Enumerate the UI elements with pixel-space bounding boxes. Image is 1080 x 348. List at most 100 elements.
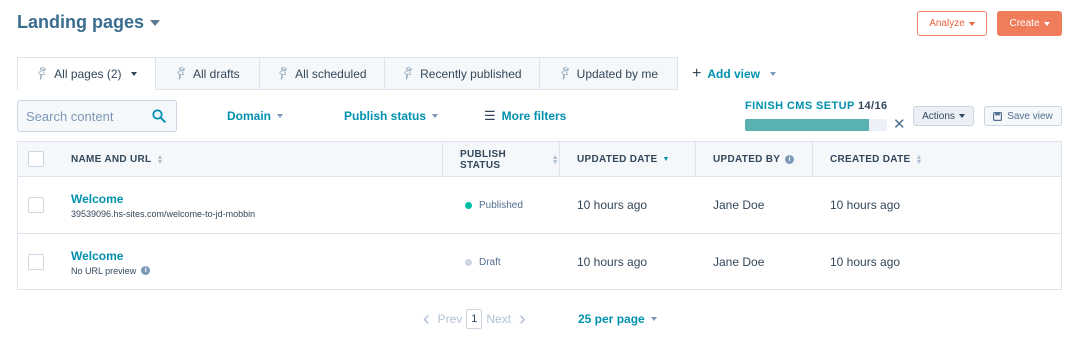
status-cell: Draft: [465, 234, 501, 290]
table-row[interactable]: Welcome 39539096.hs-sites.com/welcome-to…: [18, 177, 1061, 233]
status-dot-icon: [465, 258, 472, 266]
analyze-button-label: Analyze: [929, 18, 965, 29]
column-header-updated-by[interactable]: UPDATED BY i: [695, 142, 812, 177]
pin-icon: 📌︎: [34, 65, 52, 82]
search-box: [17, 100, 177, 132]
updated-date-cell: 10 hours ago: [577, 255, 648, 269]
per-page-label: 25 per page: [578, 312, 645, 326]
column-header-label: PUBLISH STATUS: [460, 148, 506, 171]
actions-button[interactable]: Actions: [913, 106, 974, 126]
cms-setup-progress[interactable]: FINISH CMS SETUP 14/16 ✕: [745, 100, 906, 133]
close-icon[interactable]: ✕: [893, 115, 906, 133]
pin-icon: 📌︎: [275, 65, 293, 82]
info-icon[interactable]: i: [785, 155, 795, 164]
name-cell: Welcome 39539096.hs-sites.com/welcome-to…: [71, 177, 255, 233]
select-all-checkbox[interactable]: [28, 151, 44, 167]
page-title-text: Landing pages: [17, 12, 145, 32]
name-cell: Welcome No URL preview i: [71, 234, 151, 290]
row-checkbox[interactable]: [28, 197, 44, 213]
progress-bar: [745, 119, 887, 131]
progress-bar-fill: [745, 119, 870, 131]
page-url-text: No URL preview: [71, 265, 137, 276]
more-filters-label: More filters: [501, 109, 567, 123]
per-page-select[interactable]: 25 per page: [578, 307, 657, 331]
status-text: Draft: [479, 256, 501, 268]
column-header-label: NAME AND URL: [71, 154, 152, 165]
chevron-down-icon: [277, 114, 284, 118]
cms-setup-count: 14/16: [857, 100, 888, 112]
domain-filter-label: Domain: [227, 109, 272, 123]
page-title[interactable]: Landing pages: [17, 12, 161, 33]
tab-label: All pages (2): [54, 66, 122, 81]
chevron-down-icon: [650, 317, 657, 321]
column-header-created-date[interactable]: CREATED DATE ▲ ▼: [812, 142, 1061, 177]
publish-status-filter-label: Publish status: [344, 109, 427, 123]
add-view-label: Add view: [707, 66, 761, 81]
plus-icon: +: [692, 64, 702, 82]
prev-button[interactable]: Prev: [438, 312, 463, 326]
save-view-button[interactable]: Save view: [984, 106, 1062, 126]
landing-pages-table: NAME AND URL ▲ ▼ PUBLISH STATUS ▲ ▼ UPDATE…: [17, 141, 1062, 290]
actions-button-label: Actions: [922, 110, 955, 122]
page-url: 39539096.hs-sites.com/welcome-to-jd-mobb…: [71, 209, 255, 219]
chevron-left-icon[interactable]: ‹: [423, 308, 430, 331]
column-header-name[interactable]: NAME AND URL ▲ ▼: [54, 142, 442, 177]
chevron-down-icon: [432, 114, 439, 118]
publish-status-filter[interactable]: Publish status: [344, 100, 439, 132]
search-icon[interactable]: [152, 109, 166, 123]
info-icon[interactable]: i: [141, 266, 151, 275]
tab-updated-by-me[interactable]: 📌︎ Updated by me: [540, 57, 678, 90]
chevron-down-icon: [770, 71, 777, 76]
tab-label: All scheduled: [295, 66, 367, 81]
status-text: Published: [479, 199, 523, 211]
pin-icon: 📌︎: [400, 65, 418, 82]
sort-descending-icon: ▼: [662, 156, 670, 163]
updated-by-cell: Jane Doe: [713, 198, 765, 212]
chevron-down-icon: [150, 19, 161, 26]
filter-lines-icon: ☰: [484, 108, 496, 123]
tab-label: All drafts: [193, 66, 240, 81]
tab-label: Recently published: [420, 66, 522, 81]
add-view-button[interactable]: + Add view: [692, 57, 777, 90]
created-date-cell: 10 hours ago: [830, 255, 901, 269]
column-header-label: UPDATED BY: [713, 154, 781, 165]
page-name-link[interactable]: Welcome: [71, 249, 123, 263]
created-date-cell: 10 hours ago: [830, 198, 901, 212]
table-header: NAME AND URL ▲ ▼ PUBLISH STATUS ▲ ▼ UPDATE…: [18, 142, 1061, 177]
column-header-label: UPDATED DATE: [577, 154, 658, 165]
create-button[interactable]: Create: [997, 11, 1062, 36]
chevron-down-icon: [1043, 21, 1050, 26]
search-input[interactable]: [26, 108, 144, 124]
table-row[interactable]: Welcome No URL preview i Draft 10 hours …: [18, 233, 1061, 289]
chevron-down-icon: [968, 21, 975, 26]
column-header-updated-date[interactable]: UPDATED DATE ▼: [559, 142, 695, 177]
status-cell: Published: [465, 177, 523, 233]
create-button-label: Create: [1009, 18, 1040, 29]
tab-all-drafts[interactable]: 📌︎ All drafts: [156, 57, 260, 90]
pin-icon: 📌︎: [173, 65, 190, 82]
sort-icon: ▲ ▼: [915, 153, 923, 166]
tab-all-pages[interactable]: 📌︎ All pages (2): [17, 57, 156, 90]
current-page[interactable]: 1: [466, 309, 483, 329]
column-header-publish-status[interactable]: PUBLISH STATUS ▲ ▼: [442, 142, 559, 177]
save-icon: [993, 111, 1003, 121]
chevron-down-icon: [130, 71, 137, 76]
page-url-text: 39539096.hs-sites.com/welcome-to-jd-mobb…: [71, 208, 256, 219]
next-button[interactable]: Next: [486, 312, 511, 326]
page-name-link[interactable]: Welcome: [71, 192, 123, 206]
domain-filter[interactable]: Domain: [227, 100, 284, 132]
cms-setup-label: FINISH CMS SETUP 14/16: [745, 100, 905, 112]
analyze-button[interactable]: Analyze: [917, 11, 987, 36]
page-url: No URL preview i: [71, 265, 151, 276]
status-dot-icon: [465, 201, 472, 209]
chevron-down-icon: [958, 114, 965, 118]
more-filters-button[interactable]: ☰ More filters: [484, 100, 566, 132]
row-checkbox[interactable]: [28, 254, 44, 270]
updated-by-cell: Jane Doe: [713, 255, 765, 269]
tab-recently-published[interactable]: 📌︎ Recently published: [385, 57, 540, 90]
chevron-right-icon[interactable]: ›: [519, 308, 526, 331]
sort-icon: ▲ ▼: [156, 153, 164, 166]
tab-all-scheduled[interactable]: 📌︎ All scheduled: [260, 57, 385, 90]
sort-icon: ▲ ▼: [551, 153, 559, 166]
save-view-label: Save view: [1007, 110, 1053, 122]
